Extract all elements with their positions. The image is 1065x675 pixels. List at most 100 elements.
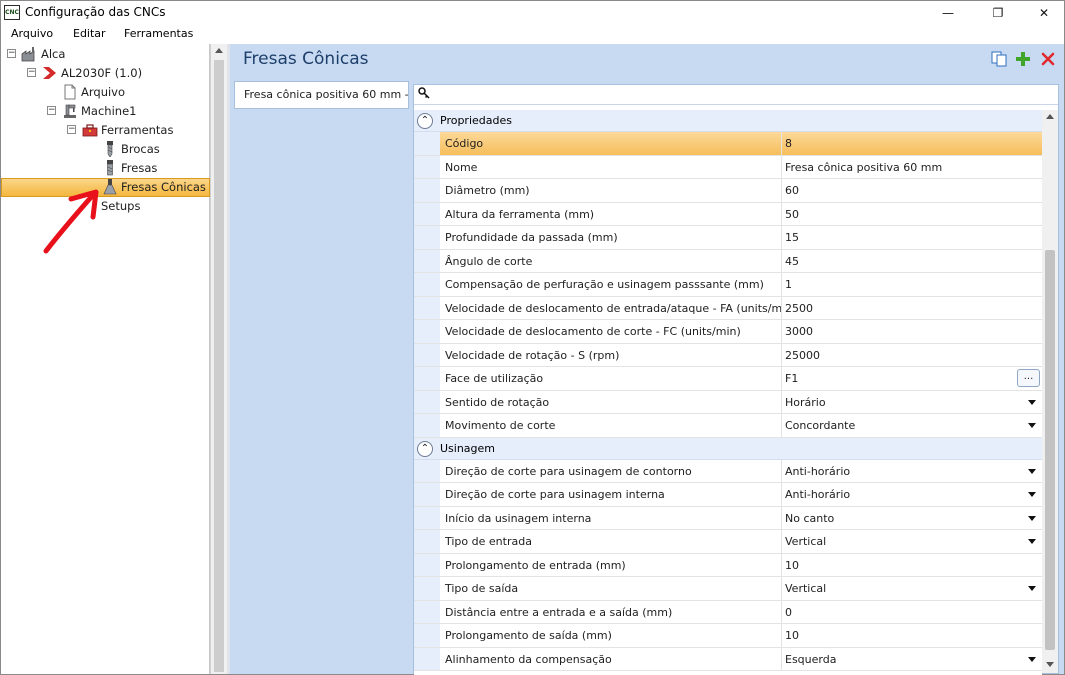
menu-arquivo[interactable]: Arquivo xyxy=(11,27,53,40)
property-value[interactable]: 0 xyxy=(782,601,1042,624)
property-row[interactable]: Movimento de corte Concordante xyxy=(414,414,1042,438)
grid-scrollbar[interactable] xyxy=(1042,110,1058,673)
category-collapse-toggle[interactable]: ⌃ xyxy=(417,113,433,129)
tree-node-al2030f[interactable]: − AL2030F (1.0) xyxy=(1,64,201,82)
property-row[interactable]: Tipo de saída Vertical xyxy=(414,577,1042,601)
property-value[interactable]: Vertical xyxy=(782,577,1042,600)
property-row[interactable]: Início da usinagem interna No canto xyxy=(414,506,1042,530)
property-value[interactable]: 45 xyxy=(782,250,1042,273)
dropdown-arrow-icon[interactable] xyxy=(1028,399,1036,405)
property-value[interactable]: 10 xyxy=(782,624,1042,647)
property-value[interactable]: 15 xyxy=(782,226,1042,249)
property-value[interactable]: 8 xyxy=(782,132,1042,155)
property-panel: ⌃ Propriedades Código 8 Nome Fresa cônica pos… xyxy=(413,84,1059,675)
property-value[interactable]: Horário xyxy=(782,391,1042,414)
scroll-thumb[interactable] xyxy=(1045,250,1055,650)
tree-node-fresas[interactable]: Fresas xyxy=(1,159,201,177)
property-value[interactable]: 1 xyxy=(782,273,1042,296)
toolbox-icon xyxy=(82,124,98,137)
category-collapse-toggle[interactable]: ⌃ xyxy=(417,440,433,457)
property-row[interactable]: Altura da ferramenta (mm) 50 xyxy=(414,202,1042,226)
copy-button[interactable] xyxy=(991,51,1007,67)
category-label: Usinagem xyxy=(440,441,496,455)
property-name: Alinhamento da compensação xyxy=(440,647,782,670)
dropdown-arrow-icon[interactable] xyxy=(1028,656,1036,662)
dropdown-arrow-icon[interactable] xyxy=(1028,539,1036,544)
property-value[interactable]: 10 xyxy=(782,554,1042,577)
dropdown-arrow-icon[interactable] xyxy=(1028,515,1036,521)
property-name: Início da usinagem interna xyxy=(440,506,782,529)
property-row[interactable]: Alinhamento da compensação Esquerda xyxy=(414,647,1042,671)
property-value[interactable]: 25000 xyxy=(782,344,1042,367)
tree-node-alca[interactable]: − Alca xyxy=(1,45,201,63)
category-1[interactable]: ⌃ Usinagem xyxy=(414,437,1042,460)
scroll-up-arrow[interactable] xyxy=(1046,114,1054,119)
tree-node-setups[interactable]: Setups xyxy=(1,197,201,215)
tree-node-machine1[interactable]: − Machine1 xyxy=(1,102,201,120)
collapse-toggle[interactable]: − xyxy=(47,106,56,115)
property-row[interactable]: Direção de corte para usinagem de contor… xyxy=(414,459,1042,483)
tree-node-ferramentas[interactable]: − Ferramentas xyxy=(1,121,201,139)
dropdown-arrow-icon[interactable] xyxy=(1028,468,1036,474)
category-0[interactable]: ⌃ Propriedades xyxy=(414,110,1042,132)
menu-editar[interactable]: Editar xyxy=(73,27,106,40)
close-button[interactable]: ✕ xyxy=(1021,1,1065,24)
tree-node-brocas[interactable]: Brocas xyxy=(1,140,201,158)
property-value[interactable]: Esquerda xyxy=(782,648,1042,671)
dropdown-arrow-icon[interactable] xyxy=(1028,586,1036,591)
tree-node-arquivo[interactable]: Arquivo xyxy=(1,83,201,101)
minimize-button[interactable]: — xyxy=(925,1,971,24)
property-value[interactable]: F1... xyxy=(782,367,1042,390)
add-button[interactable] xyxy=(1015,51,1031,67)
property-value[interactable]: Fresa cônica positiva 60 mm xyxy=(782,156,1042,179)
ellipsis-button[interactable]: ... xyxy=(1017,369,1040,387)
property-row[interactable]: Velocidade de deslocamento de entrada/at… xyxy=(414,296,1042,320)
delete-button[interactable] xyxy=(1040,51,1056,67)
property-value[interactable]: Anti-horário xyxy=(782,460,1042,483)
list-item-tool[interactable]: Fresa cônica positiva 60 mm - 8 xyxy=(234,81,409,109)
property-value[interactable]: Anti-horário xyxy=(782,483,1042,506)
property-value-text: 15 xyxy=(785,231,799,244)
property-search[interactable] xyxy=(414,85,1058,105)
property-row[interactable]: Prolongamento de entrada (mm) 10 xyxy=(414,553,1042,577)
scroll-up-arrow[interactable] xyxy=(215,48,223,53)
collapse-toggle[interactable]: − xyxy=(27,68,36,77)
maximize-button[interactable]: ❐ xyxy=(975,1,1021,24)
property-name: Nome xyxy=(440,155,782,178)
property-row[interactable]: Direção de corte para usinagem interna An… xyxy=(414,483,1042,507)
property-row[interactable]: Velocidade de deslocamento de corte - FC… xyxy=(414,320,1042,344)
property-value[interactable]: No canto xyxy=(782,507,1042,530)
cnc-tree[interactable]: − Alca − AL2030F (1.0) Arquivo − Machine… xyxy=(1,44,210,674)
property-row[interactable]: Nome Fresa cônica positiva 60 mm xyxy=(414,155,1042,179)
tree-label: Ferramentas xyxy=(101,123,174,137)
scroll-thumb[interactable] xyxy=(214,60,224,672)
property-value[interactable]: 50 xyxy=(782,203,1042,226)
property-name: Sentido de rotação xyxy=(440,390,782,413)
property-row[interactable]: Tipo de entrada Vertical xyxy=(414,530,1042,554)
property-row[interactable]: Face de utilização F1... xyxy=(414,367,1042,391)
property-value[interactable]: Vertical xyxy=(782,530,1042,553)
property-row[interactable]: Prolongamento de saída (mm) 10 xyxy=(414,624,1042,648)
tree-scrollbar[interactable] xyxy=(210,44,227,674)
property-name: Face de utilização xyxy=(440,367,782,390)
property-row[interactable]: Ângulo de corte 45 xyxy=(414,249,1042,273)
menu-ferramentas[interactable]: Ferramentas xyxy=(124,27,193,40)
property-value[interactable]: 3000 xyxy=(782,320,1042,343)
collapse-toggle[interactable]: − xyxy=(67,125,76,134)
dropdown-arrow-icon[interactable] xyxy=(1028,492,1036,497)
property-value-text: Concordante xyxy=(785,419,856,432)
property-row[interactable]: Sentido de rotação Horário xyxy=(414,390,1042,414)
property-value[interactable]: 2500 xyxy=(782,297,1042,320)
scroll-down-arrow[interactable] xyxy=(1046,662,1054,667)
property-row[interactable]: Diâmetro (mm) 60 xyxy=(414,179,1042,203)
property-row[interactable]: Distância entre a entrada e a saída (mm)… xyxy=(414,600,1042,624)
property-value[interactable]: 60 xyxy=(782,179,1042,202)
property-row[interactable]: Velocidade de rotação - S (rpm) 25000 xyxy=(414,343,1042,367)
tree-node-fresas-conicas[interactable]: Fresas Cônicas xyxy=(1,178,210,196)
property-row[interactable]: Profundidade da passada (mm) 15 xyxy=(414,226,1042,250)
property-row[interactable]: Compensação de perfuração e usinagem pas… xyxy=(414,273,1042,297)
collapse-toggle[interactable]: − xyxy=(7,49,16,58)
dropdown-arrow-icon[interactable] xyxy=(1028,423,1036,428)
property-value[interactable]: Concordante xyxy=(782,414,1042,437)
property-row[interactable]: Código 8 xyxy=(414,132,1042,156)
